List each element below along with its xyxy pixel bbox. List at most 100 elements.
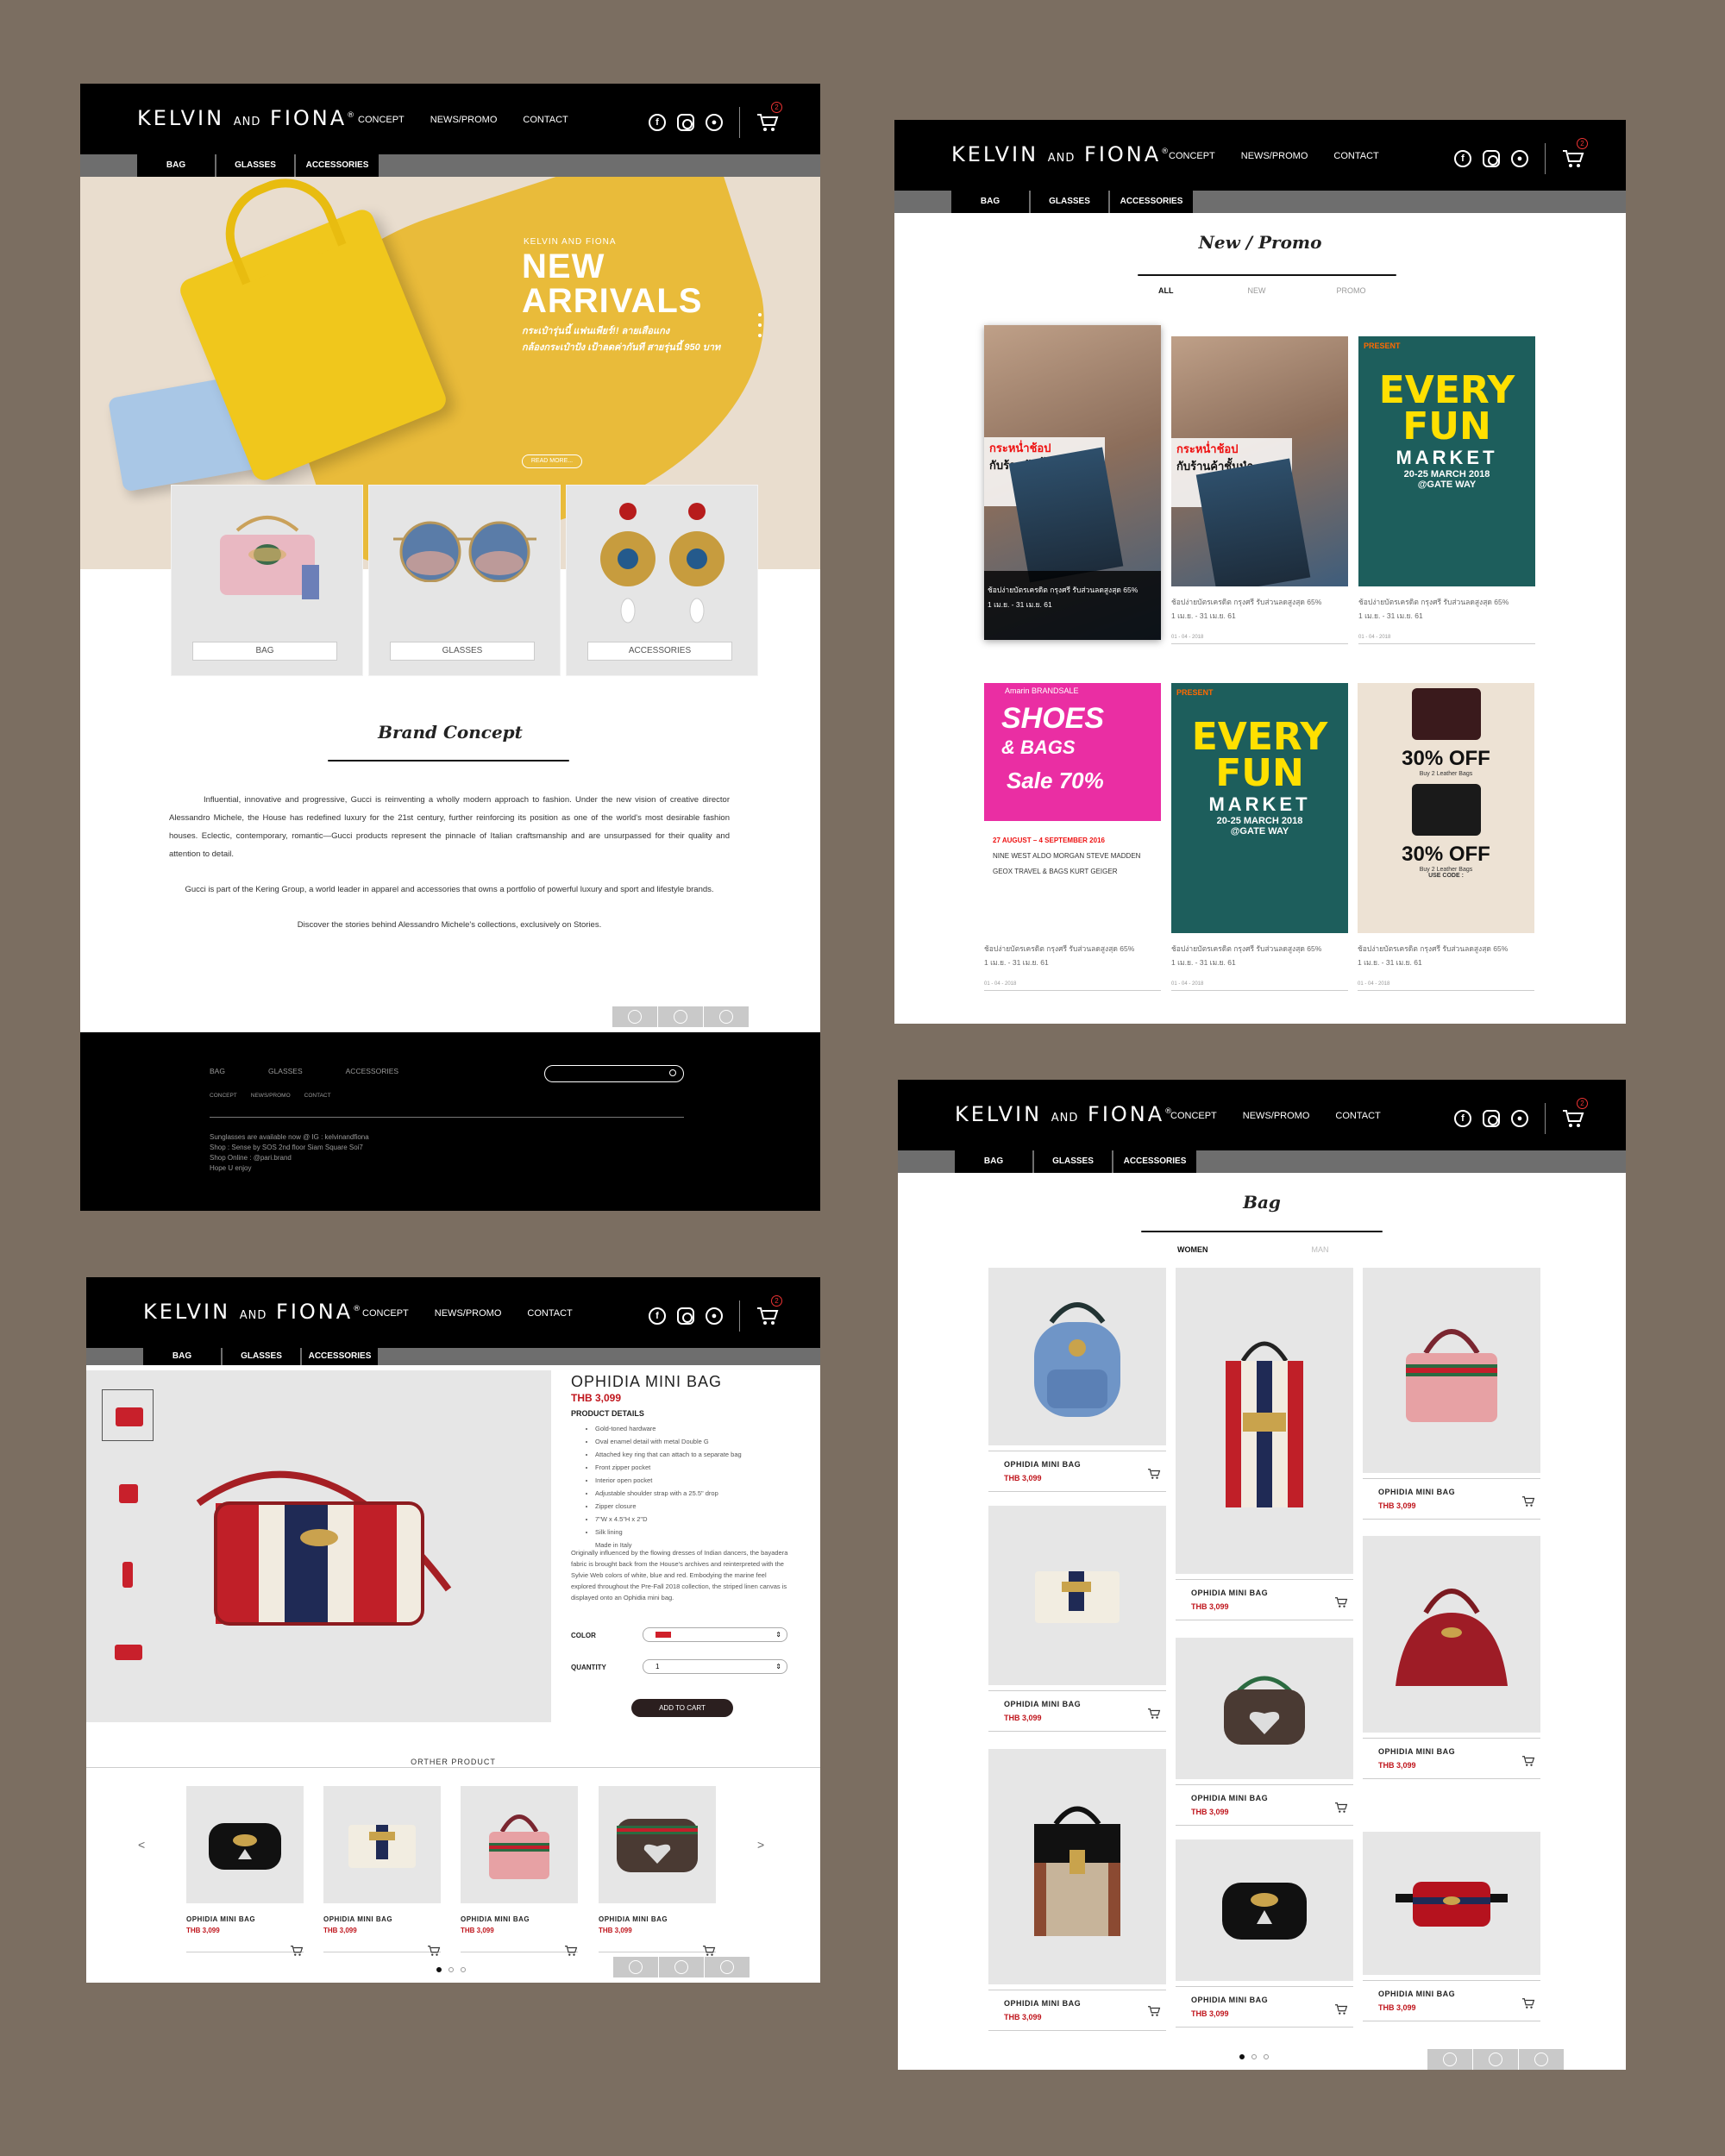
product-thumbnail[interactable] [102,1389,154,1441]
pager-dot[interactable] [461,1967,466,1972]
promo-card[interactable]: Amarin BRANDSALE SHOES & BAGS Sale 70% 2… [984,683,1161,991]
carousel-prev-button[interactable]: < [138,1838,145,1852]
tab-men[interactable]: MAN [1312,1245,1329,1254]
brand-logo[interactable]: KELVIN AND FIONA® [143,1300,363,1324]
carousel-next-button[interactable]: > [757,1838,764,1852]
cat-tab-glasses[interactable]: GLASSES [1031,191,1108,213]
footer-link-news[interactable]: NEWS/PROMO [251,1093,291,1099]
filter-tab-new[interactable]: NEW [1248,286,1266,295]
cat-tab-glasses[interactable]: GLASSES [223,1348,300,1365]
related-product-card[interactable]: OPHIDIA MINI BAG THB 3,099 [186,1786,304,1956]
line-icon[interactable]: ● [1511,150,1528,167]
add-to-cart-button[interactable]: ADD TO CART [631,1699,733,1717]
cat-tab-glasses[interactable]: GLASSES [1034,1150,1112,1173]
facebook-icon[interactable]: f [649,1307,666,1325]
line-icon[interactable]: ● [1511,1110,1528,1127]
cart-icon[interactable] [1521,1495,1535,1512]
cart-icon[interactable] [1334,1596,1348,1613]
instagram-icon[interactable] [1483,1110,1500,1127]
cart-icon[interactable]: 2 [756,1295,782,1326]
instagram-icon[interactable] [1427,2049,1472,2070]
cart-icon[interactable]: 2 [756,102,782,133]
related-product-card[interactable]: OPHIDIA MINI BAG THB 3,099 [323,1786,441,1956]
cat-tab-accessories[interactable]: ACCESSORIES [296,154,379,177]
product-card[interactable]: OPHIDIA MINI BAG THB 3,099 [1176,1839,1353,2028]
cat-tab-accessories[interactable]: ACCESSORIES [1110,191,1193,213]
footer-link-glasses[interactable]: GLASSES [268,1067,303,1075]
cart-icon[interactable] [564,1945,578,1961]
instagram-icon[interactable] [1483,150,1500,167]
menu-contact[interactable]: CONTACT [1333,151,1378,161]
cart-icon[interactable] [427,1945,441,1961]
promo-card[interactable]: กระหน่ำช้อปกับร้านค้าชั้นนำ ช้อปง่ายบัตร… [1171,336,1348,644]
promo-card[interactable]: PRESENT EVERY FUN MARKET 20-25 MARCH 201… [1171,683,1348,991]
search-icon[interactable] [669,1069,676,1076]
cart-icon[interactable]: 2 [1562,138,1588,169]
instagram-icon[interactable] [677,114,694,131]
filter-tab-all[interactable]: ALL [1158,286,1174,295]
footer-search-input[interactable] [544,1065,684,1082]
product-thumbnail[interactable] [102,1467,154,1519]
cart-icon[interactable] [1334,1802,1348,1818]
line-icon[interactable]: ● [706,114,723,131]
menu-contact[interactable]: CONTACT [523,115,568,125]
cat-tab-accessories[interactable]: ACCESSORIES [1113,1150,1196,1173]
brand-logo[interactable]: KELVIN AND FIONA® [951,142,1171,166]
line-icon[interactable]: ● [706,1307,723,1325]
menu-news-promo[interactable]: NEWS/PROMO [430,115,498,125]
read-more-button[interactable]: READ MORE... [522,454,582,468]
filter-tab-promo[interactable]: PROMO [1337,286,1366,295]
cat-tab-bag[interactable]: BAG [143,1348,221,1365]
product-card[interactable]: OPHIDIA MINI BAG THB 3,099 [988,1749,1166,2031]
product-card[interactable]: OPHIDIA MINI BAG THB 3,099 [1176,1638,1353,1826]
category-card-glasses[interactable]: GLASSES [368,485,561,676]
brand-logo[interactable]: KELVIN AND FIONA® [955,1102,1175,1126]
related-product-card[interactable]: OPHIDIA MINI BAG THB 3,099 [599,1786,716,1956]
cat-tab-bag[interactable]: BAG [955,1150,1032,1173]
promo-card[interactable]: PRESENT EVERY FUN MARKET 20-25 MARCH 201… [1358,336,1535,644]
facebook-icon[interactable]: f [1454,1110,1471,1127]
cart-icon[interactable] [1521,1997,1535,2014]
cart-icon[interactable] [1147,1468,1161,1484]
pager-dot[interactable] [1239,2054,1245,2059]
footer-link-concept[interactable]: CONCEPT [210,1093,237,1099]
menu-news-promo[interactable]: NEWS/PROMO [1243,1111,1310,1121]
tab-women[interactable]: WOMEN [1177,1245,1208,1254]
menu-contact[interactable]: CONTACT [1335,1111,1380,1121]
promo-card[interactable]: 30% OFF Buy 2 Leather Bags 30% OFF Buy 2… [1358,683,1534,991]
facebook-icon[interactable] [1473,2049,1518,2070]
category-card-bag[interactable]: BAG [171,485,363,676]
footer-link-contact[interactable]: CONTACT [304,1093,331,1099]
menu-news-promo[interactable]: NEWS/PROMO [435,1308,502,1319]
pager-dot[interactable] [1264,2054,1269,2059]
facebook-icon[interactable]: f [1454,150,1471,167]
menu-concept[interactable]: CONCEPT [1170,1111,1217,1121]
promo-card[interactable]: กระหน่ำช้อปกับร้านค้าชั้นนำ ช้อปง่ายบัตร… [984,325,1161,640]
menu-concept[interactable]: CONCEPT [362,1308,409,1319]
product-thumbnail[interactable] [102,1545,154,1596]
product-card[interactable]: OPHIDIA MINI BAG THB 3,099 [1176,1268,1353,1620]
product-card[interactable]: OPHIDIA MINI BAG THB 3,099 [988,1506,1166,1732]
cart-icon[interactable] [290,1945,304,1961]
line-icon[interactable] [704,1006,749,1027]
brand-logo[interactable]: KELVIN AND FIONA® [137,106,357,130]
line-icon[interactable] [705,1957,750,1977]
product-card[interactable]: OPHIDIA MINI BAG THB 3,099 [1363,1268,1540,1520]
product-card[interactable]: OPHIDIA MINI BAG THB 3,099 [1363,1832,1540,2021]
cart-icon[interactable] [1334,2003,1348,2020]
facebook-icon[interactable] [658,1006,703,1027]
instagram-icon[interactable] [677,1307,694,1325]
menu-concept[interactable]: CONCEPT [358,115,405,125]
line-icon[interactable] [1519,2049,1564,2070]
product-card[interactable]: OPHIDIA MINI BAG THB 3,099 [988,1268,1166,1492]
hero-slider-dots[interactable] [758,313,762,344]
pager-dot[interactable] [1251,2054,1257,2059]
cart-icon[interactable] [1147,2005,1161,2021]
quantity-select[interactable]: 1 ⇕ [643,1659,787,1674]
instagram-icon[interactable] [612,1006,657,1027]
instagram-icon[interactable] [613,1957,658,1977]
cart-icon[interactable]: 2 [1562,1098,1588,1129]
cart-icon[interactable] [1521,1755,1535,1771]
product-thumbnail[interactable] [102,1622,154,1674]
menu-contact[interactable]: CONTACT [527,1308,572,1319]
